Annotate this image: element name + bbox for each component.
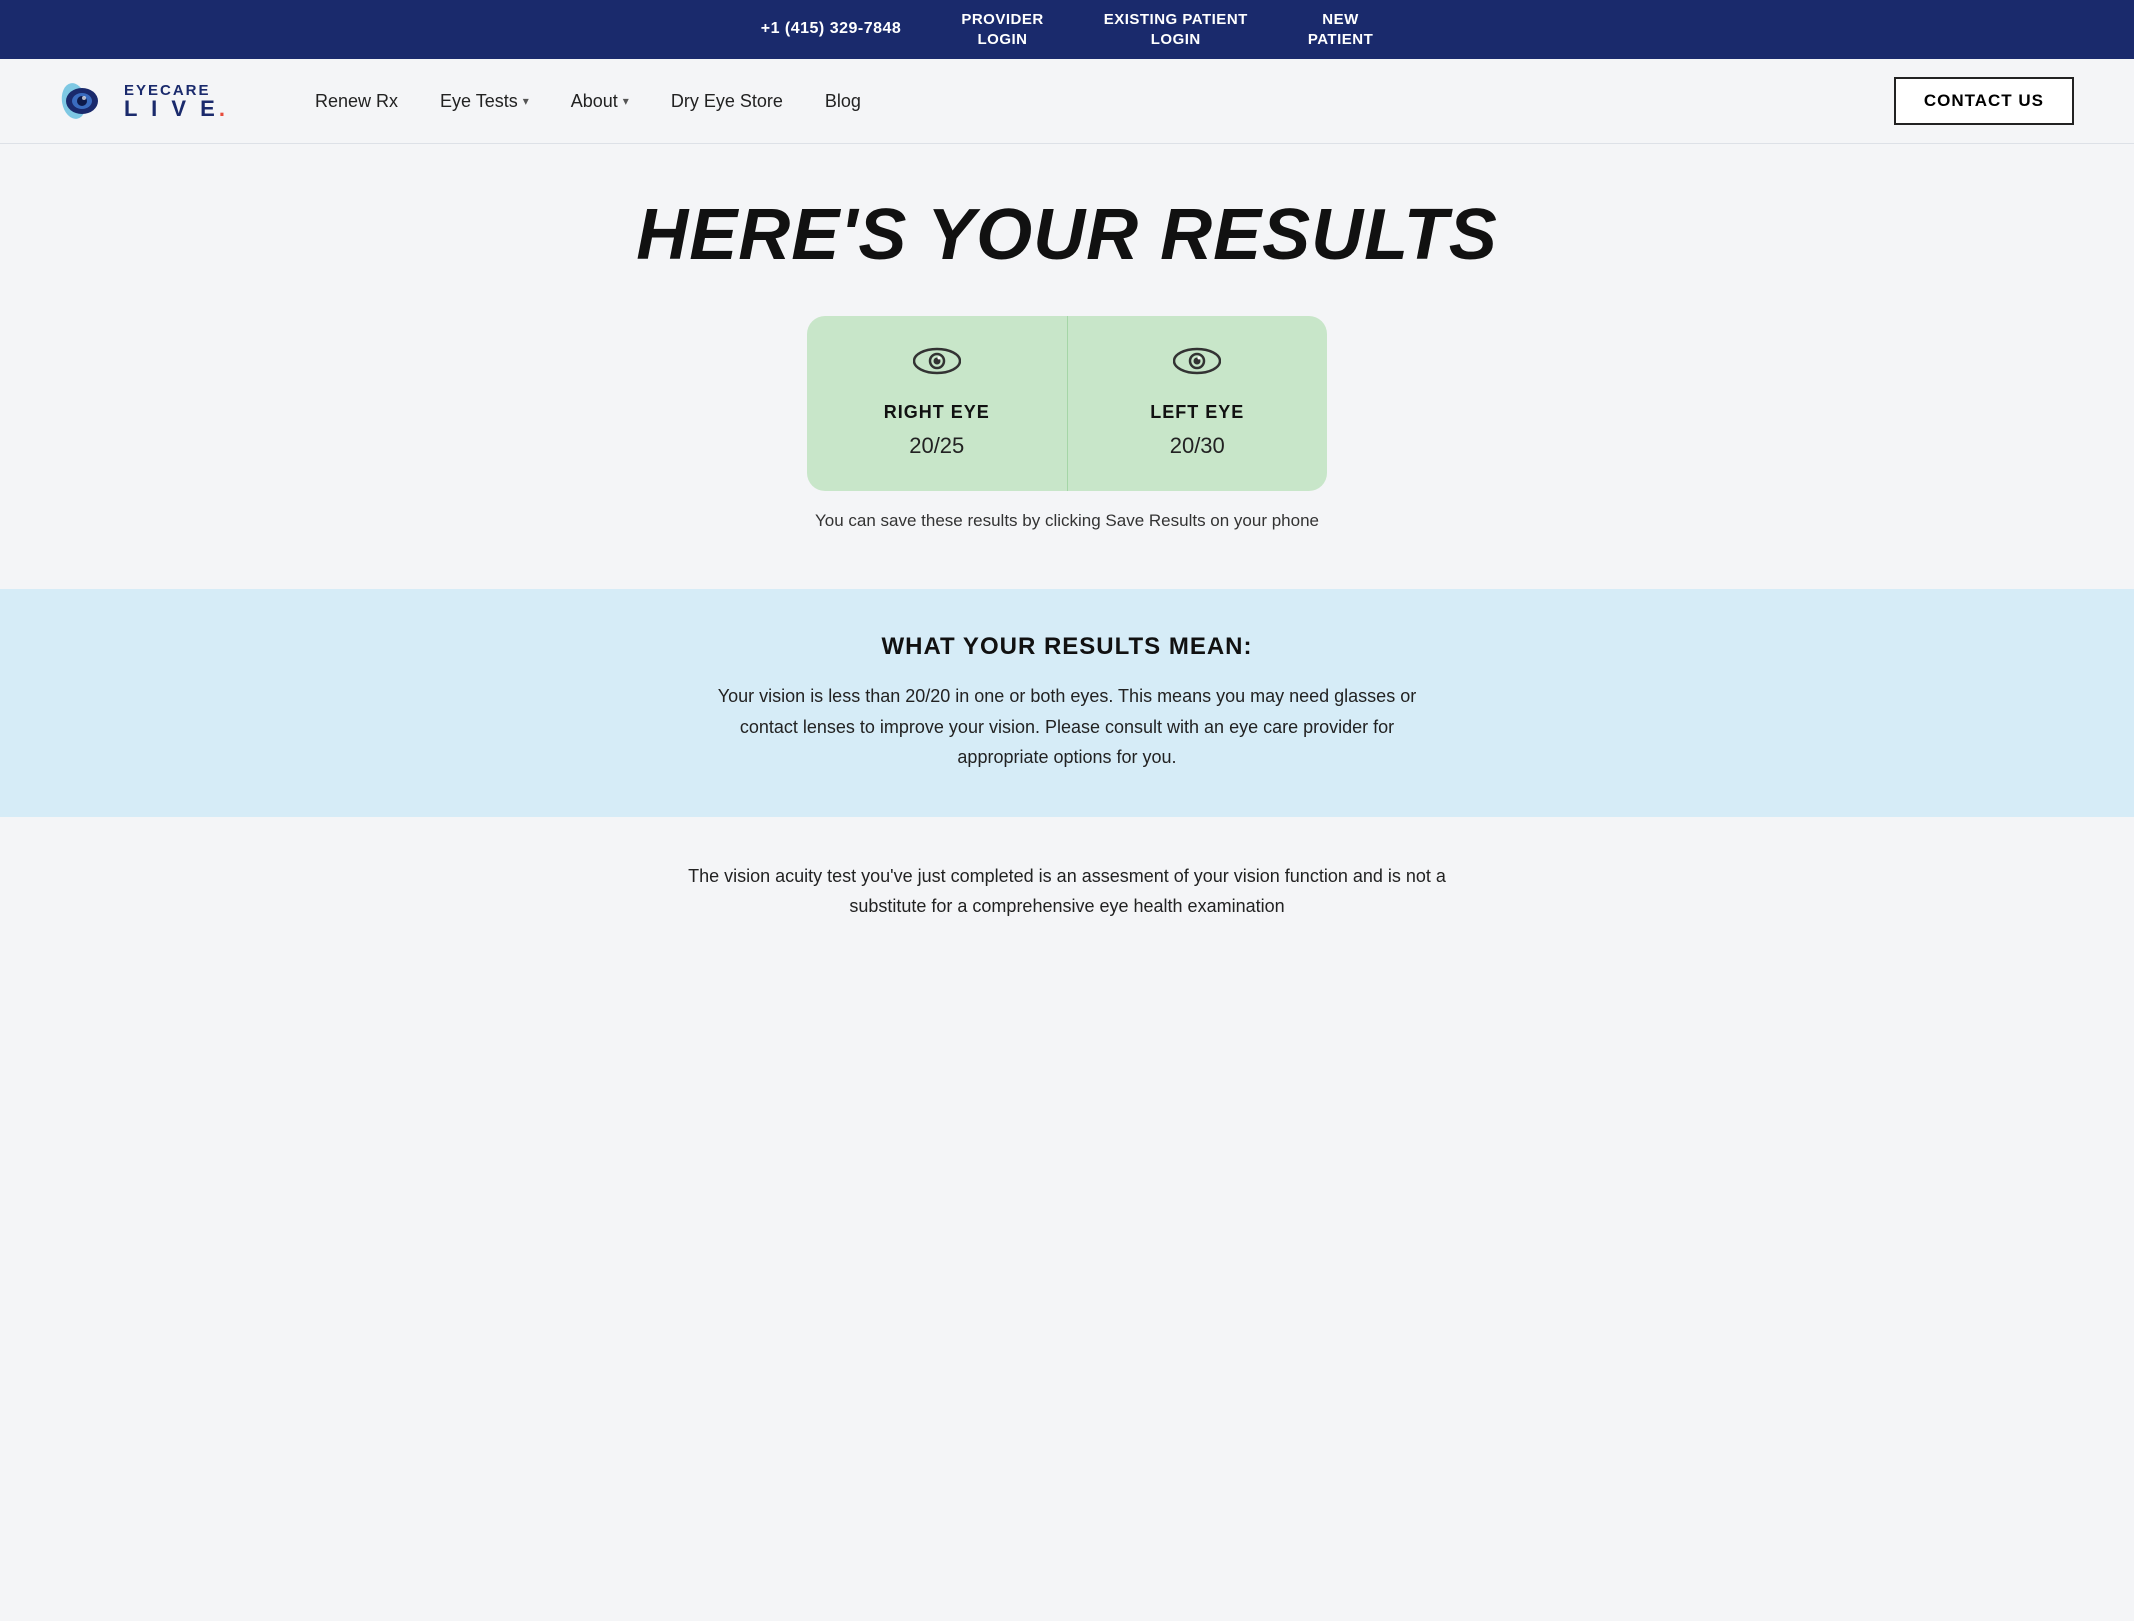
main-content: HERE'S YOUR RESULTS RIGHT EYE 20/25 bbox=[0, 144, 2134, 561]
nav-eye-tests[interactable]: Eye Tests ▾ bbox=[424, 83, 545, 120]
nav-about[interactable]: About ▾ bbox=[555, 83, 645, 120]
right-eye-card: RIGHT EYE 20/25 bbox=[807, 316, 1068, 491]
logo-icon bbox=[60, 81, 114, 121]
existing-patient-login-link[interactable]: EXISTING PATIENTLOGIN bbox=[1104, 10, 1248, 49]
contact-us-button[interactable]: CONTACT US bbox=[1894, 77, 2074, 125]
right-eye-label: RIGHT EYE bbox=[884, 402, 990, 423]
right-eye-icon bbox=[913, 344, 961, 386]
top-bar: +1 (415) 329-7848 PROVIDERLOGIN EXISTING… bbox=[0, 0, 2134, 59]
about-chevron-icon: ▾ bbox=[623, 94, 629, 108]
logo[interactable]: EYECARE L I V E. bbox=[60, 81, 229, 121]
bottom-section: The vision acuity test you've just compl… bbox=[0, 817, 2134, 952]
nav-dry-eye-store[interactable]: Dry Eye Store bbox=[655, 83, 799, 120]
logo-live: L I V E. bbox=[124, 98, 229, 120]
left-eye-icon bbox=[1173, 344, 1221, 386]
new-patient-link[interactable]: NEWPATIENT bbox=[1308, 10, 1373, 49]
left-eye-card: LEFT EYE 20/30 bbox=[1068, 316, 1328, 491]
eye-tests-chevron-icon: ▾ bbox=[523, 94, 529, 108]
right-eye-value: 20/25 bbox=[909, 433, 964, 459]
left-eye-label: LEFT EYE bbox=[1150, 402, 1244, 423]
nav-blog[interactable]: Blog bbox=[809, 83, 877, 120]
results-title: HERE'S YOUR RESULTS bbox=[20, 194, 2114, 276]
logo-text: EYECARE L I V E. bbox=[124, 83, 229, 120]
eye-cards-container: RIGHT EYE 20/25 LEFT EYE 20/30 bbox=[807, 316, 1327, 491]
bottom-disclaimer-text: The vision acuity test you've just compl… bbox=[677, 861, 1457, 922]
results-meaning-section: WHAT YOUR RESULTS MEAN: Your vision is l… bbox=[0, 589, 2134, 817]
main-nav: Renew Rx Eye Tests ▾ About ▾ Dry Eye Sto… bbox=[299, 77, 2074, 125]
results-mean-title: WHAT YOUR RESULTS MEAN: bbox=[40, 633, 2094, 661]
results-mean-text: Your vision is less than 20/20 in one or… bbox=[707, 681, 1427, 773]
nav-renew-rx[interactable]: Renew Rx bbox=[299, 83, 414, 120]
phone-number[interactable]: +1 (415) 329-7848 bbox=[761, 19, 902, 40]
left-eye-value: 20/30 bbox=[1170, 433, 1225, 459]
save-results-text: You can save these results by clicking S… bbox=[727, 511, 1407, 531]
header: EYECARE L I V E. Renew Rx Eye Tests ▾ Ab… bbox=[0, 59, 2134, 144]
provider-login-link[interactable]: PROVIDERLOGIN bbox=[961, 10, 1043, 49]
